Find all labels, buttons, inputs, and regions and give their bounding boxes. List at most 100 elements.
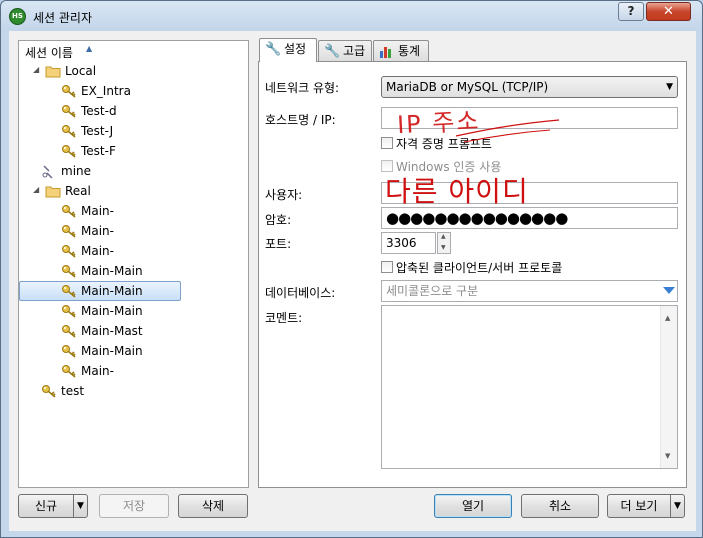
credential-prompt-checkbox[interactable] [381,137,393,149]
expand-collapse-icon[interactable]: ◢ [33,185,39,194]
key-icon [61,323,77,339]
tab-advanced[interactable]: 🔧 고급 [318,40,372,62]
heidisql-app-icon: HS [9,8,26,25]
scroll-up-icon[interactable]: ▲ [665,308,670,328]
tree-item-label: test [61,384,85,398]
save-button[interactable]: 저장 [99,494,169,518]
key-icon [61,103,77,119]
folder-icon [45,63,61,79]
user-note-annotation: 다른 아이디 [385,175,529,208]
tab-statistics[interactable]: 통계 [373,40,429,62]
more-dropdown-arrow-icon[interactable]: ▼ [670,495,684,517]
key-icon [61,263,77,279]
key-icon [61,303,77,319]
session-name-header[interactable]: 세션 이름 [25,44,73,61]
bar-chart-icon [379,44,394,59]
database-placeholder: 세미콜론으로 구분 [386,284,479,298]
tree-item-label: Main-Main [81,264,143,278]
key-icon [61,243,77,259]
tree-session-item[interactable]: mine [19,161,248,181]
more-button-label: 더 보기 [620,499,658,513]
port-input[interactable]: 3306 [381,232,436,254]
tree-session-item[interactable]: Main-Mast [19,321,248,341]
open-button[interactable]: 열기 [434,494,512,518]
tree-session-item[interactable]: EX_Intra [19,81,248,101]
database-dropdown-icon[interactable] [663,287,675,295]
tree-folder-item[interactable]: ◢ Real [19,181,248,201]
tree-item-label: Real [65,184,91,198]
comment-textarea[interactable]: ▲ ▼ [381,305,678,469]
tab-settings-label: 설정 [284,42,307,56]
network-type-value: MariaDB or MySQL (TCP/IP) [386,80,549,94]
help-button[interactable]: ? [618,2,644,21]
tree-session-item[interactable]: Main-Main [19,301,248,321]
expand-collapse-icon[interactable]: ◢ [33,65,39,74]
tree-session-item[interactable]: Main- [19,241,248,261]
tree-session-item[interactable]: Test-F [19,141,248,161]
dialog-client-area: 세션 이름 ▲ ◢ Local EX_Intra Test-d Test-J Test-F… [9,31,696,531]
key-icon [61,143,77,159]
tree-session-item[interactable]: Main-Main [19,341,248,361]
tree-folder-item[interactable]: ◢ Local [19,61,248,81]
tree-session-item[interactable]: Test-J [19,121,248,141]
new-button-label: 신규 [34,499,58,513]
tree-item-label: Main-Main [81,344,143,358]
port-spinner[interactable]: ▲ ▼ [437,232,451,254]
scroll-down-icon[interactable]: ▼ [665,446,670,466]
key-icon [61,83,77,99]
tab-settings[interactable]: 🔧 설정 [259,38,317,62]
new-dropdown-arrow-icon[interactable]: ▼ [73,495,87,517]
compressed-protocol-checkbox[interactable] [381,261,393,273]
tree-column-header[interactable]: 세션 이름 ▲ [19,41,248,61]
chevron-down-icon: ▼ [666,82,673,92]
compressed-protocol-checkbox-row[interactable]: 압축된 클라이언트/서버 프로토콜 [381,259,641,275]
password-input[interactable]: ●●●●●●●●●●●●●●● [381,207,678,229]
database-label: 데이터베이스: [265,286,336,300]
close-button[interactable]: ✕ [646,2,691,21]
window-title: 세션 관리자 [33,11,93,25]
key-icon [61,363,77,379]
tree-item-label: Main- [81,364,114,378]
tree-session-item[interactable]: Test-d [19,101,248,121]
tree-item-label: Main-Main [81,304,143,318]
tree-session-item[interactable]: Main-Main [19,281,248,301]
network-type-select[interactable]: MariaDB or MySQL (TCP/IP) ▼ [381,76,678,98]
more-button[interactable]: 더 보기 ▼ [607,494,685,518]
new-session-button[interactable]: 신규 ▼ [18,494,88,518]
user-label: 사용자: [265,188,303,202]
title-bar[interactable]: HS 세션 관리자 ? ✕ [1,1,702,31]
key-icon [41,383,57,399]
network-type-label: 네트워크 유형: [265,81,340,95]
tab-statistics-label: 통계 [398,44,421,58]
tree-item-label: Main-Main [81,284,143,298]
session-tree[interactable]: 세션 이름 ▲ ◢ Local EX_Intra Test-d Test-J Test-F… [18,40,249,488]
tree-item-label: Main- [81,244,114,258]
compressed-protocol-label: 압축된 클라이언트/서버 프로토콜 [396,261,563,275]
key-icon [61,223,77,239]
host-label: 호스트명 / IP: [265,113,336,127]
tree-session-item[interactable]: test [19,381,248,401]
database-input[interactable]: 세미콜론으로 구분 [381,280,678,302]
delete-button[interactable]: 삭제 [178,494,248,518]
session-manager-window: HS 세션 관리자 ? ✕ 세션 이름 ▲ ◢ Local EX_Intra Test… [0,0,703,538]
folder-icon [45,183,61,199]
red-scribble-lines [455,119,560,143]
tree-item-label: Main- [81,224,114,238]
cancel-button[interactable]: 취소 [521,494,599,518]
spin-up-icon[interactable]: ▲ [441,233,446,240]
wrench-icon: 🔧 [265,42,282,57]
tree-item-label: Local [65,64,97,78]
tree-item-label: Main- [81,204,114,218]
wrench-icon: 🔧 [324,44,341,59]
tree-item-label: Test-F [81,144,116,158]
tree-session-item[interactable]: Main-Main [19,261,248,281]
tab-advanced-label: 고급 [343,44,366,58]
tree-session-item[interactable]: Main- [19,361,248,381]
key-icon [61,123,77,139]
settings-panel: 네트워크 유형: MariaDB or MySQL (TCP/IP) ▼ 호스트… [258,61,687,488]
tree-session-item[interactable]: Main- [19,221,248,241]
comment-label: 코멘트: [265,311,303,325]
spin-down-icon[interactable]: ▼ [441,244,446,251]
tree-session-item[interactable]: Main- [19,201,248,221]
comment-scrollbar[interactable]: ▲ ▼ [660,306,677,468]
